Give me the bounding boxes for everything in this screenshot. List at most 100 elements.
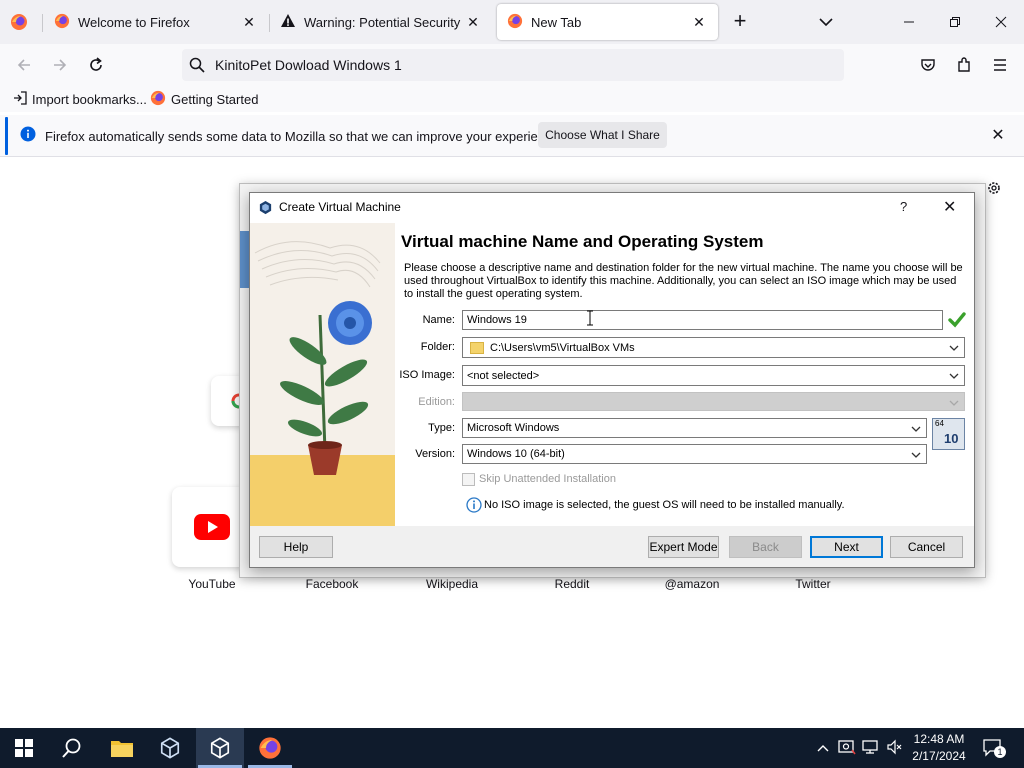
restore-button[interactable] [932,8,978,36]
clock-time: 12:48 AM [913,732,965,746]
close-icon[interactable]: ✕ [690,14,708,31]
bookmark-import[interactable]: Import bookmarks... [12,90,147,108]
close-icon[interactable]: ✕ [988,125,1008,145]
virtualbox-icon [258,200,273,218]
system-tray-app-icon[interactable] [838,739,856,758]
iso-image-combo[interactable]: <not selected> [462,365,965,386]
file-explorer-icon[interactable] [98,728,146,768]
window-close-button[interactable] [978,8,1024,36]
search-icon [188,56,206,77]
list-all-tabs-icon[interactable] [815,10,837,34]
text-cursor-icon [586,310,594,326]
next-button[interactable]: Next [810,536,883,558]
iso-label: ISO Image: [399,369,455,381]
name-label: Name: [422,314,455,326]
dialog-title: Create Virtual Machine [279,200,401,214]
type-value: Microsoft Windows [467,422,560,434]
shortcut-label-youtube[interactable]: YouTube [152,577,272,591]
virtualbox-icon[interactable] [146,728,194,768]
firefox-view-icon[interactable] [6,10,32,34]
tab-title: Welcome to Firefox [78,14,190,30]
iso-value: <not selected> [467,369,540,382]
choose-what-i-share-button[interactable]: Choose What I Share [538,122,667,148]
reload-icon[interactable] [84,53,108,77]
tab-welcome[interactable]: Welcome to Firefox ✕ [44,4,268,40]
address-input[interactable]: KinitoPet Dowload Windows 1 [215,57,402,73]
edition-combo [462,392,965,411]
hamburger-menu-icon[interactable] [988,53,1012,77]
expert-mode-button[interactable]: Expert Mode [648,536,719,558]
cancel-button[interactable]: Cancel [890,536,963,558]
chevron-down-icon [911,452,921,458]
type-combo[interactable]: Microsoft Windows [462,418,927,438]
search-icon[interactable] [48,728,96,768]
virtualbox-active-icon[interactable] [196,728,244,768]
warning-icon [280,13,296,32]
notification-text: Firefox automatically sends some data to… [45,129,563,144]
name-input[interactable]: Windows 19 [462,310,943,330]
version-label: Version: [415,448,455,460]
pocket-icon[interactable] [916,53,940,77]
firefox-icon [507,13,523,32]
page-description: Please choose a descriptive name and des… [404,262,963,300]
import-icon [12,90,28,109]
chevron-up-icon[interactable] [816,741,830,758]
minimize-button[interactable] [886,8,932,36]
shortcut-label-facebook[interactable]: Facebook [272,577,392,591]
back-button[interactable]: Back [729,536,802,558]
version-value: Windows 10 (64-bit) [467,448,565,460]
windows-10-64-os-icon: 64 10 [932,418,965,450]
gear-icon[interactable] [986,180,1002,199]
forward-arrow-icon[interactable] [48,53,72,77]
bookmark-getting-started[interactable]: Getting Started [150,90,258,108]
tab-new-tab[interactable]: New Tab ✕ [497,4,718,40]
extensions-icon[interactable] [952,53,976,77]
tab-title: Warning: Potential Security Risk [304,14,464,30]
network-icon[interactable] [862,739,880,758]
type-label: Type: [428,422,455,434]
chevron-down-icon [911,426,921,432]
folder-combo[interactable]: C:\Users\vm5\VirtualBox VMs [462,337,965,358]
firefox-taskbar-icon[interactable] [246,728,294,768]
tab-separator [42,14,43,32]
shortcut-label-reddit[interactable]: Reddit [512,577,632,591]
youtube-icon [194,514,230,543]
firefox-icon [150,90,166,109]
dialog-help-button[interactable]: ? [900,199,907,214]
volume-muted-icon[interactable] [886,739,904,758]
os-badge-bits: 64 [935,419,944,428]
new-tab-button[interactable]: + [728,10,752,34]
taskbar-clock[interactable]: 12:48 AM 2/17/2024 [908,731,970,765]
version-combo[interactable]: Windows 10 (64-bit) [462,444,927,464]
folder-value: C:\Users\vm5\VirtualBox VMs [490,341,635,354]
skip-unattended-checkbox[interactable] [462,473,475,486]
notification-center-icon[interactable]: 1 [982,738,1006,758]
dialog-close-button[interactable]: ✕ [943,197,956,217]
chevron-down-icon [949,345,959,351]
bookmark-label: Getting Started [171,91,259,107]
valid-checkmark-icon [948,311,966,332]
shortcut-label-twitter[interactable]: Twitter [753,577,873,591]
windows-start-icon[interactable] [0,728,48,768]
shortcut-label-wikipedia[interactable]: Wikipedia [392,577,512,591]
folder-label: Folder: [420,341,455,353]
clock-date: 2/17/2024 [912,749,966,763]
info-icon [20,126,36,145]
info-icon [466,497,482,516]
chevron-down-icon [949,373,959,379]
shortcut-label-amazon[interactable]: @amazon [632,577,752,591]
tab-security-warning[interactable]: Warning: Potential Security Risk ✕ [270,4,492,40]
back-arrow-icon[interactable] [12,53,36,77]
notification-accent [5,117,8,155]
chevron-down-icon [949,400,959,406]
close-icon[interactable]: ✕ [464,14,482,31]
close-icon[interactable]: ✕ [240,14,258,31]
manager-selection-highlight [240,231,249,288]
os-badge-version: 10 [944,431,959,446]
folder-icon [470,341,484,354]
help-button[interactable]: Help [259,536,333,558]
notification-count-badge: 1 [994,746,1006,758]
skip-unattended-label: Skip Unattended Installation [479,473,616,485]
tab-title: New Tab [531,14,582,30]
info-message: No ISO image is selected, the guest OS w… [484,499,845,511]
